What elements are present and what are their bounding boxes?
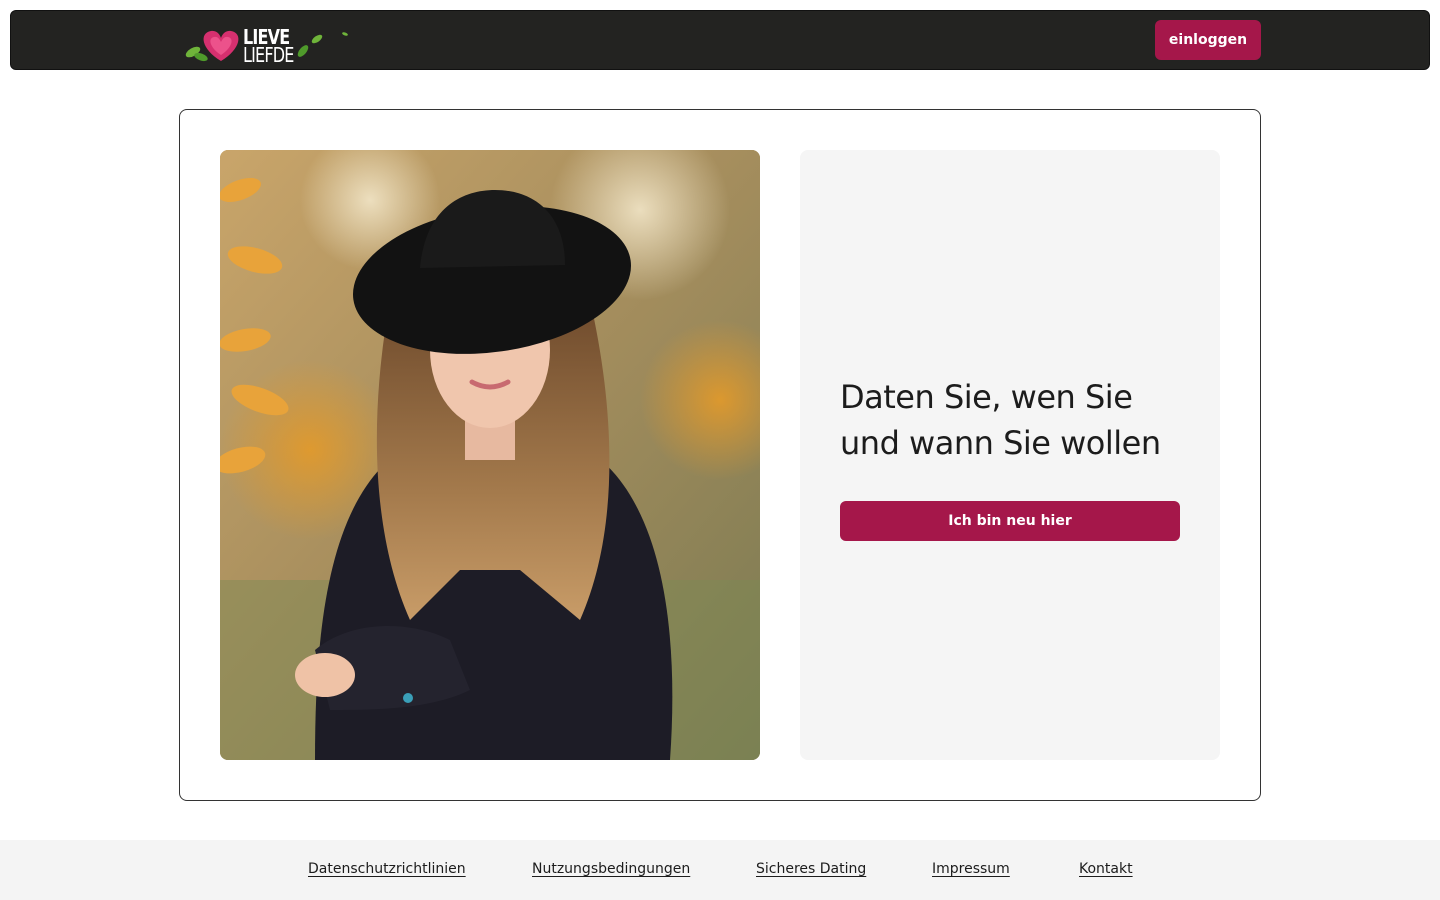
logo-line-2: LIEFDE (243, 43, 294, 67)
top-navigation-bar: LIEVE LIEFDE einloggen (10, 10, 1430, 70)
woman-photo-illustration (220, 150, 760, 760)
site-logo[interactable]: LIEVE LIEFDE (179, 19, 359, 67)
hero-card: Daten Sie, wen Sie und wann Sie wollen I… (179, 109, 1261, 801)
headline-line-1: Daten Sie, wen Sie (840, 378, 1133, 416)
logo-wordmark: LIEVE LIEFDE (243, 27, 294, 67)
footer-link-safe-dating[interactable]: Sicheres Dating (756, 861, 866, 877)
footer-link-privacy[interactable]: Datenschutzrichtlinien (308, 861, 466, 877)
footer-link-terms[interactable]: Nutzungsbedingungen (532, 861, 690, 877)
register-button[interactable]: Ich bin neu hier (840, 501, 1180, 541)
headline-line-2: und wann Sie wollen (840, 424, 1161, 462)
footer-link-contact[interactable]: Kontakt (1079, 861, 1133, 877)
footer-link-imprint[interactable]: Impressum (932, 861, 1010, 877)
hero-headline: Daten Sie, wen Sie und wann Sie wollen (840, 374, 1200, 466)
hero-photo (220, 150, 760, 760)
signup-panel: Daten Sie, wen Sie und wann Sie wollen I… (800, 150, 1220, 760)
login-button[interactable]: einloggen (1155, 20, 1261, 60)
site-footer: Datenschutzrichtlinien Nutzungsbedingung… (0, 840, 1440, 900)
